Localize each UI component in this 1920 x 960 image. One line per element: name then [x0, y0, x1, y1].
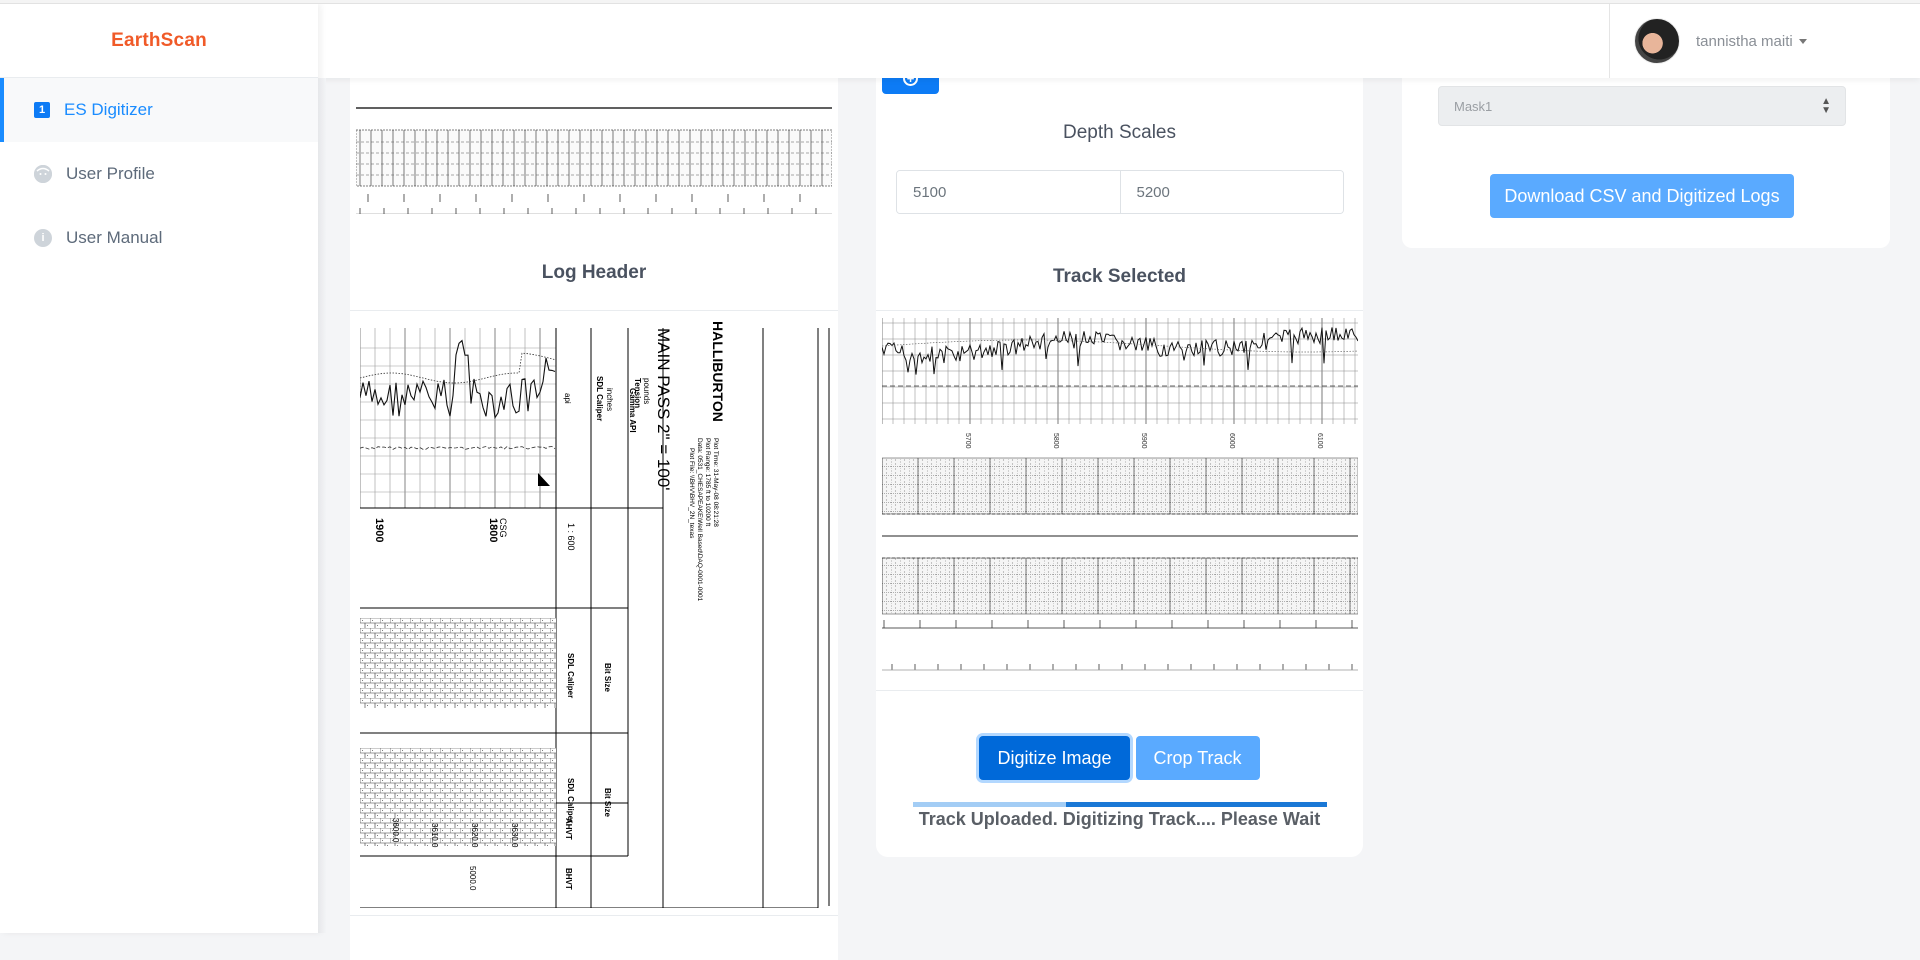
main-pass-label: MAIN PASS 2" = 100' [654, 328, 673, 491]
ahvt-tick: 3610.0 [430, 823, 439, 848]
user-name[interactable]: tannistha maiti [1696, 33, 1793, 50]
track-unit: pounds [642, 378, 651, 404]
ahvt-label: AHVT [564, 818, 573, 840]
divider [876, 310, 1363, 311]
track-label: SDL Caliper [595, 376, 604, 421]
sidebar-item-label: User Manual [66, 228, 163, 247]
chevron-down-icon[interactable] [1798, 38, 1807, 44]
avatar[interactable] [1634, 18, 1680, 64]
track-label: Bit Size [603, 663, 612, 692]
depth-tick-label: 6000 [1228, 433, 1235, 449]
top-header: tannistha maiti [318, 4, 1920, 78]
depth-tick-label: 6100 [1316, 433, 1323, 449]
depth-tick-label: 5900 [1140, 433, 1147, 449]
log-header-title: Log Header [541, 262, 647, 283]
sidebar-item-user-profile[interactable]: User Profile [0, 142, 318, 206]
sort-updown-icon: ▲ ▼ [1821, 96, 1831, 116]
track-unit: api [563, 393, 572, 404]
track-label: Tension [633, 378, 642, 408]
divider [350, 310, 838, 311]
mask-select[interactable]: Mask1 ▲ ▼ [1438, 86, 1846, 126]
sidebar-item-user-manual[interactable]: i User Manual [0, 206, 318, 270]
depth-scales-title: Depth Scales [1062, 122, 1176, 143]
status-message: Track Uploaded. Digitizing Track.... Ple… [918, 809, 1321, 829]
brand-logo[interactable]: EarthScan [0, 4, 318, 78]
mask-select-value: Mask1 [1454, 98, 1493, 114]
depth-end-input[interactable] [1119, 171, 1343, 213]
bhvt-tick: 5000.0 [468, 866, 477, 891]
window-top-edge [0, 0, 1920, 4]
log-image-preview [356, 107, 832, 214]
company-logo-text: HALLIBURTON [710, 321, 726, 422]
track-label: SDL Caliper [566, 778, 575, 823]
crop-track-button[interactable]: Crop Track [1135, 736, 1260, 780]
sidebar-item-label: User Profile [66, 164, 155, 183]
ahvt-tick: 3620.0 [470, 823, 479, 848]
log-header-card: Log Header 1900 1800 CSG 1: 600 Gamma A… [350, 60, 838, 960]
digitize-progress-bar [913, 802, 1327, 807]
action-buttons: Digitize Image Crop Track [876, 736, 1363, 780]
track-label: SDL Caliper [566, 653, 575, 698]
depth-tick-label: 5700 [964, 433, 971, 449]
digitize-image-button[interactable]: Digitize Image [979, 736, 1130, 780]
track-label: Bit Size [603, 788, 612, 817]
divider [350, 915, 838, 916]
ahvt-tick: 3600.0 [391, 818, 400, 843]
depth-scales-inputs [896, 170, 1344, 214]
plot-info: Plot Range: 1785 ft to 10200 ft [704, 438, 711, 526]
sidebar: EarthScan 1 ES Digitizer User Profile i … [0, 4, 326, 933]
sidebar-item-label: ES Digitizer [64, 100, 153, 119]
track-selected-title: Track Selected [1052, 266, 1187, 287]
info-icon: i [34, 229, 52, 247]
track-selected-image: 5700 5800 5900 6000 6100 [882, 318, 1358, 671]
sidebar-item-es-digitizer[interactable]: 1 ES Digitizer [0, 78, 318, 142]
log-header-image: 1900 1800 CSG 1 : 600 Gamma API api SDL … [360, 321, 830, 908]
divider [876, 690, 1363, 691]
casing-label: CSG [498, 518, 508, 538]
user-menu[interactable]: tannistha maiti [1609, 4, 1920, 78]
depth-start-input[interactable] [897, 171, 1120, 213]
scale-ratio: 1 : 600 [566, 523, 576, 551]
download-csv-button[interactable]: Download CSV and Digitized Logs [1490, 174, 1794, 218]
track-unit: inches [605, 388, 614, 411]
plot-info: Plot Time: 31-May-08 08:21:28 [712, 438, 719, 527]
digitizer-card: + Depth Scales Track Selected 5700580059… [876, 40, 1363, 857]
progress-fill [1066, 802, 1327, 807]
plot-info: Plot File: \\BHV\BHV_2N_texas [688, 448, 695, 539]
smiley-face-icon [34, 165, 52, 183]
ahvt-tick: 3630.0 [510, 823, 519, 848]
depth-tick-label: 5800 [1052, 433, 1059, 449]
bhvt-label: BHVT [564, 868, 573, 890]
depth-label: 1900 [373, 518, 385, 542]
brand-name: EarthScan [111, 29, 207, 51]
depth-label: 1800 [487, 518, 499, 542]
plot-info: Data: 0531_CHESAPEAKE\Well Based\DAQ-000… [696, 438, 703, 602]
number-one-icon: 1 [34, 102, 50, 118]
